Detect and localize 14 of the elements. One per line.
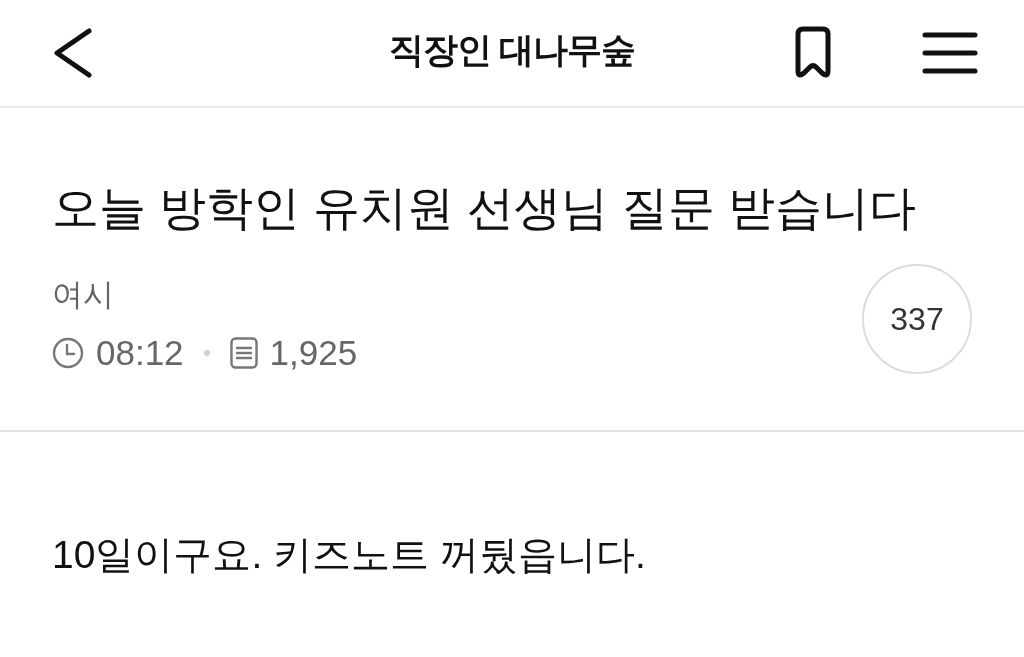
separator-dot-icon xyxy=(203,350,210,356)
board-title: 직장인 대나무숲 xyxy=(388,28,636,71)
menu-icon xyxy=(922,31,978,75)
post-body-text: 10일이구요. 키즈노트 꺼뒀읍니다. xyxy=(52,532,647,578)
post-time: 08:12 xyxy=(96,333,184,373)
author-name: 여시 xyxy=(52,276,115,314)
menu-button[interactable] xyxy=(922,31,978,75)
clock-icon xyxy=(52,337,84,369)
post-title: 오늘 방학인 유치원 선생님 질문 받습니다 xyxy=(52,180,918,236)
view-count: 1,925 xyxy=(269,333,358,373)
back-button[interactable] xyxy=(52,28,94,78)
back-chevron-icon xyxy=(52,28,94,78)
document-icon xyxy=(229,337,258,369)
comment-count-button[interactable]: 337 xyxy=(862,264,972,374)
